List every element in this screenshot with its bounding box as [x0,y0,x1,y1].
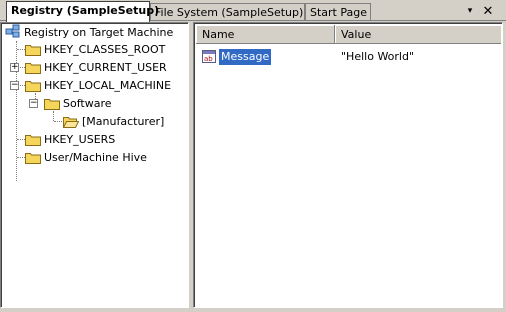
column-header-name[interactable]: Name [196,25,335,44]
expand-icon[interactable]: + [10,63,19,72]
value-name: Message [219,49,272,65]
document-tab-strip: Registry (SampleSetup) File System (Samp… [0,0,506,22]
tree-item-label: Software [63,97,112,110]
tree-item-label: HKEY_CLASSES_ROOT [44,43,166,56]
svg-text:ab: ab [204,55,213,63]
tree-line [54,121,62,123]
folder-icon [25,62,41,74]
tree-item-hkey-current-user[interactable]: HKEY_CURRENT_USER [25,59,167,76]
string-value-icon: ab [202,49,217,67]
tab-list-dropdown-icon[interactable]: ▾ [463,4,477,18]
list-item[interactable]: ab Message "Hello World" [196,48,501,66]
registry-tree-pane[interactable]: Registry on Target Machine HKEY_CLASSES_… [0,22,189,308]
tree-item-hkey-local-machine[interactable]: HKEY_LOCAL_MACHINE [25,77,171,94]
tree-item-software[interactable]: Software [44,95,112,112]
folder-icon [44,98,60,110]
tree-line [53,111,55,121]
tree-line [17,157,25,159]
tree-line [17,139,25,141]
folder-icon [25,134,41,146]
tree-item-label: HKEY_USERS [44,133,116,146]
tree-item-hkey-classes-root[interactable]: HKEY_CLASSES_ROOT [25,41,165,58]
tree-item-label: [Manufacturer] [82,115,165,128]
folder-icon [25,80,41,92]
tree-item-label: HKEY_CURRENT_USER [44,61,167,74]
open-folder-icon [63,116,79,128]
tree-root-label: Registry on Target Machine [24,26,174,39]
tree-root[interactable]: Registry on Target Machine [5,24,173,41]
close-tab-icon[interactable]: ✕ [481,4,495,19]
tree-line [17,49,25,51]
collapse-icon[interactable]: − [29,99,38,108]
tree-item-label: HKEY_LOCAL_MACHINE [44,79,172,92]
registry-icon [5,23,21,43]
tab-registry[interactable]: Registry (SampleSetup) [6,1,159,22]
tree-item-manufacturer[interactable]: [Manufacturer] [63,113,164,130]
tree-item-user-machine-hive[interactable]: User/Machine Hive [25,149,147,166]
value-data: "Hello World" [341,50,415,63]
tab-start-page[interactable]: Start Page [305,3,371,21]
tab-file-system[interactable]: File System (SampleSetup) [150,3,305,21]
collapse-icon[interactable]: − [10,81,19,90]
folder-icon [25,44,41,56]
folder-icon [25,152,41,164]
list-header: Name Value [196,25,501,44]
tree-item-label: User/Machine Hive [44,151,147,164]
registry-values-pane[interactable]: Name Value ab Message "Hello World" [193,22,503,308]
column-header-value[interactable]: Value [335,25,501,44]
tree-item-hkey-users[interactable]: HKEY_USERS [25,131,115,148]
